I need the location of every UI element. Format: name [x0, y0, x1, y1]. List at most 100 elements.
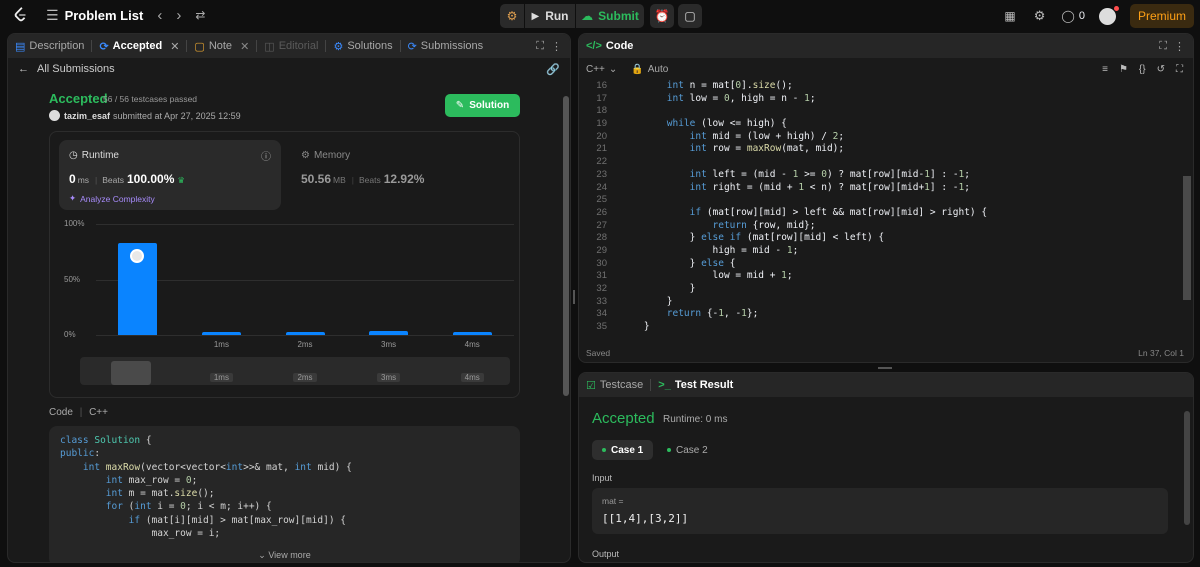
- editor-scrollbar[interactable]: [1183, 176, 1191, 300]
- submit-button[interactable]: ☁ Submit: [576, 4, 644, 28]
- avatar[interactable]: [1098, 5, 1119, 25]
- more-icon[interactable]: ⋮: [1174, 40, 1185, 53]
- testcases-passed: 56 / 56 testcases passed: [103, 94, 198, 104]
- share-link-icon[interactable]: 🔗: [546, 63, 560, 76]
- tab-solutions[interactable]: ⚙ Solutions: [326, 34, 399, 58]
- case-2-tab[interactable]: Case 2: [659, 440, 716, 460]
- memory-beats: 12.92%: [383, 172, 425, 186]
- close-tab-icon[interactable]: ✕: [170, 40, 179, 53]
- alarm-icon: ⏰: [654, 9, 670, 23]
- layout-icon[interactable]: ▦: [1004, 9, 1015, 23]
- line-number: 24: [596, 181, 607, 193]
- line-number: 20: [596, 130, 607, 142]
- back-arrow-icon[interactable]: ←: [18, 63, 29, 75]
- tab-accepted[interactable]: ⟳ Accepted ✕: [92, 34, 186, 58]
- memory-box[interactable]: ⚙ Memory 50.56 MB | Beats 12.92%: [291, 140, 511, 210]
- settings-icon[interactable]: ⚙: [1034, 8, 1046, 24]
- tab-code[interactable]: </> Code: [579, 34, 640, 58]
- username[interactable]: tazim_esaf: [64, 111, 110, 121]
- view-more-button[interactable]: ⌄ View more: [49, 550, 520, 562]
- tab-test-result[interactable]: >_ Test Result: [651, 373, 740, 397]
- editor-line: }: [621, 295, 673, 307]
- format-icon[interactable]: ≡: [1102, 64, 1108, 75]
- horizontal-splitter[interactable]: [878, 367, 892, 369]
- streak-icon[interactable]: ◯: [1061, 9, 1074, 23]
- minimap-label: 2ms: [285, 373, 325, 382]
- braces-icon[interactable]: {}: [1139, 64, 1146, 75]
- memory-icon: ⚙: [301, 150, 310, 161]
- chevron-down-icon: ⌄: [258, 550, 266, 560]
- submitter-row: tazim_esaf submitted at Apr 27, 2025 12:…: [49, 110, 241, 121]
- line-number: 22: [596, 156, 607, 168]
- tab-submissions[interactable]: ⟳ Submissions: [401, 34, 491, 58]
- language-select[interactable]: C++ ⌄: [586, 64, 617, 75]
- all-submissions-link[interactable]: All Submissions: [37, 63, 115, 75]
- submission-code-block[interactable]: class Solution {public: int maxRow(vecto…: [49, 426, 520, 562]
- tab-note[interactable]: ▢ Note ✕: [187, 34, 256, 58]
- fullscreen-icon[interactable]: ⛶: [1176, 64, 1183, 75]
- editor-line: return {row, mid};: [712, 219, 816, 231]
- close-tab-icon[interactable]: ✕: [240, 40, 249, 53]
- chart-minimap[interactable]: 1ms 2ms 3ms 4ms: [80, 357, 510, 385]
- bookmark-icon[interactable]: ⚑: [1119, 64, 1128, 75]
- save-status: Saved: [586, 348, 611, 358]
- shuffle-icon[interactable]: ⇄: [195, 8, 205, 22]
- editor-line: int n = mat[0].size();: [666, 80, 793, 91]
- editor-line: int mid = (low + high) / 2;: [689, 130, 845, 142]
- editor-toolbar: C++ ⌄ 🔒 Auto ≡ ⚑ {} ↺ ⛶: [579, 58, 1193, 80]
- prev-problem-icon[interactable]: ‹: [157, 7, 162, 24]
- tab-description[interactable]: ▤ Description: [8, 34, 91, 58]
- debug-button[interactable]: ⚙: [500, 4, 524, 28]
- maximize-icon[interactable]: ⛶: [1159, 40, 1167, 53]
- history-icon: ⟳: [407, 40, 417, 53]
- streak-count: 0: [1078, 10, 1085, 22]
- tab-editorial[interactable]: ◫ Editorial: [257, 34, 325, 58]
- analyze-complexity-link[interactable]: ✦ Analyze Complexity: [69, 193, 155, 204]
- line-number: 23: [596, 168, 607, 180]
- editor-line: high = mid - 1;: [621, 244, 799, 256]
- line-number: 19: [596, 118, 607, 130]
- solution-button[interactable]: ✎ Solution: [445, 94, 520, 117]
- next-problem-icon[interactable]: ›: [176, 7, 181, 24]
- editor-line: int low = 0, high = n - 1;: [666, 92, 816, 104]
- case-1-tab[interactable]: Case 1: [592, 440, 654, 460]
- leetcode-logo[interactable]: [12, 6, 30, 24]
- line-number: 34: [596, 308, 607, 320]
- result-scrollbar[interactable]: [1184, 411, 1190, 525]
- run-button[interactable]: ▶ Run: [525, 4, 575, 28]
- left-scrollbar[interactable]: [563, 96, 569, 396]
- vertical-splitter[interactable]: [573, 290, 575, 304]
- auto-mode[interactable]: Auto: [648, 64, 669, 75]
- line-number: 31: [596, 270, 607, 282]
- timer-button[interactable]: ⏰: [650, 4, 674, 28]
- code-panel: </> Code ⛶ ⋮ C++ ⌄ 🔒 Auto ≡ ⚑ {} ↺ ⛶ int n…: [578, 33, 1194, 363]
- code-editor[interactable]: int n = mat[0].size(); int low = 0, high…: [621, 80, 1181, 338]
- user-avatar: [49, 110, 60, 121]
- history-icon: ⟳: [99, 40, 109, 53]
- edit-icon: ✎: [455, 100, 465, 111]
- notes-button[interactable]: ▢: [678, 4, 702, 28]
- info-icon[interactable]: ⓘ: [261, 148, 271, 163]
- premium-button[interactable]: Premium: [1129, 4, 1194, 28]
- list-icon[interactable]: ☰: [46, 7, 59, 24]
- reset-icon[interactable]: ↺: [1157, 64, 1165, 75]
- line-number: 26: [596, 206, 607, 218]
- flask-icon: ⚙: [333, 40, 344, 53]
- editor-line: while (low <= high) {: [666, 118, 787, 130]
- runtime-box[interactable]: ◷ Runtime ⓘ 0 ms | Beats 100.00% ♛ ✦ Analy…: [59, 140, 281, 210]
- left-tab-bar: ▤ Description ⟳ Accepted ✕ ▢ Note ✕ ◫ Editoria…: [8, 34, 570, 58]
- note-icon: ▢: [684, 9, 696, 23]
- maximize-icon[interactable]: ⛶: [536, 40, 544, 53]
- problem-list-link[interactable]: Problem List: [65, 8, 144, 23]
- notification-dot: [1113, 5, 1119, 11]
- status-accepted: Accepted: [49, 91, 108, 106]
- input-box[interactable]: mat = [[1,4],[3,2]]: [592, 488, 1168, 534]
- more-icon[interactable]: ⋮: [551, 40, 562, 53]
- editor-line: } else if (mat[row][mid] < left) {: [621, 232, 885, 244]
- minimap-window[interactable]: [111, 361, 151, 385]
- checkbox-icon: ☑: [586, 379, 596, 392]
- tab-testcase[interactable]: ☑ Testcase: [579, 373, 650, 397]
- result-runtime: Runtime: 0 ms: [663, 414, 728, 425]
